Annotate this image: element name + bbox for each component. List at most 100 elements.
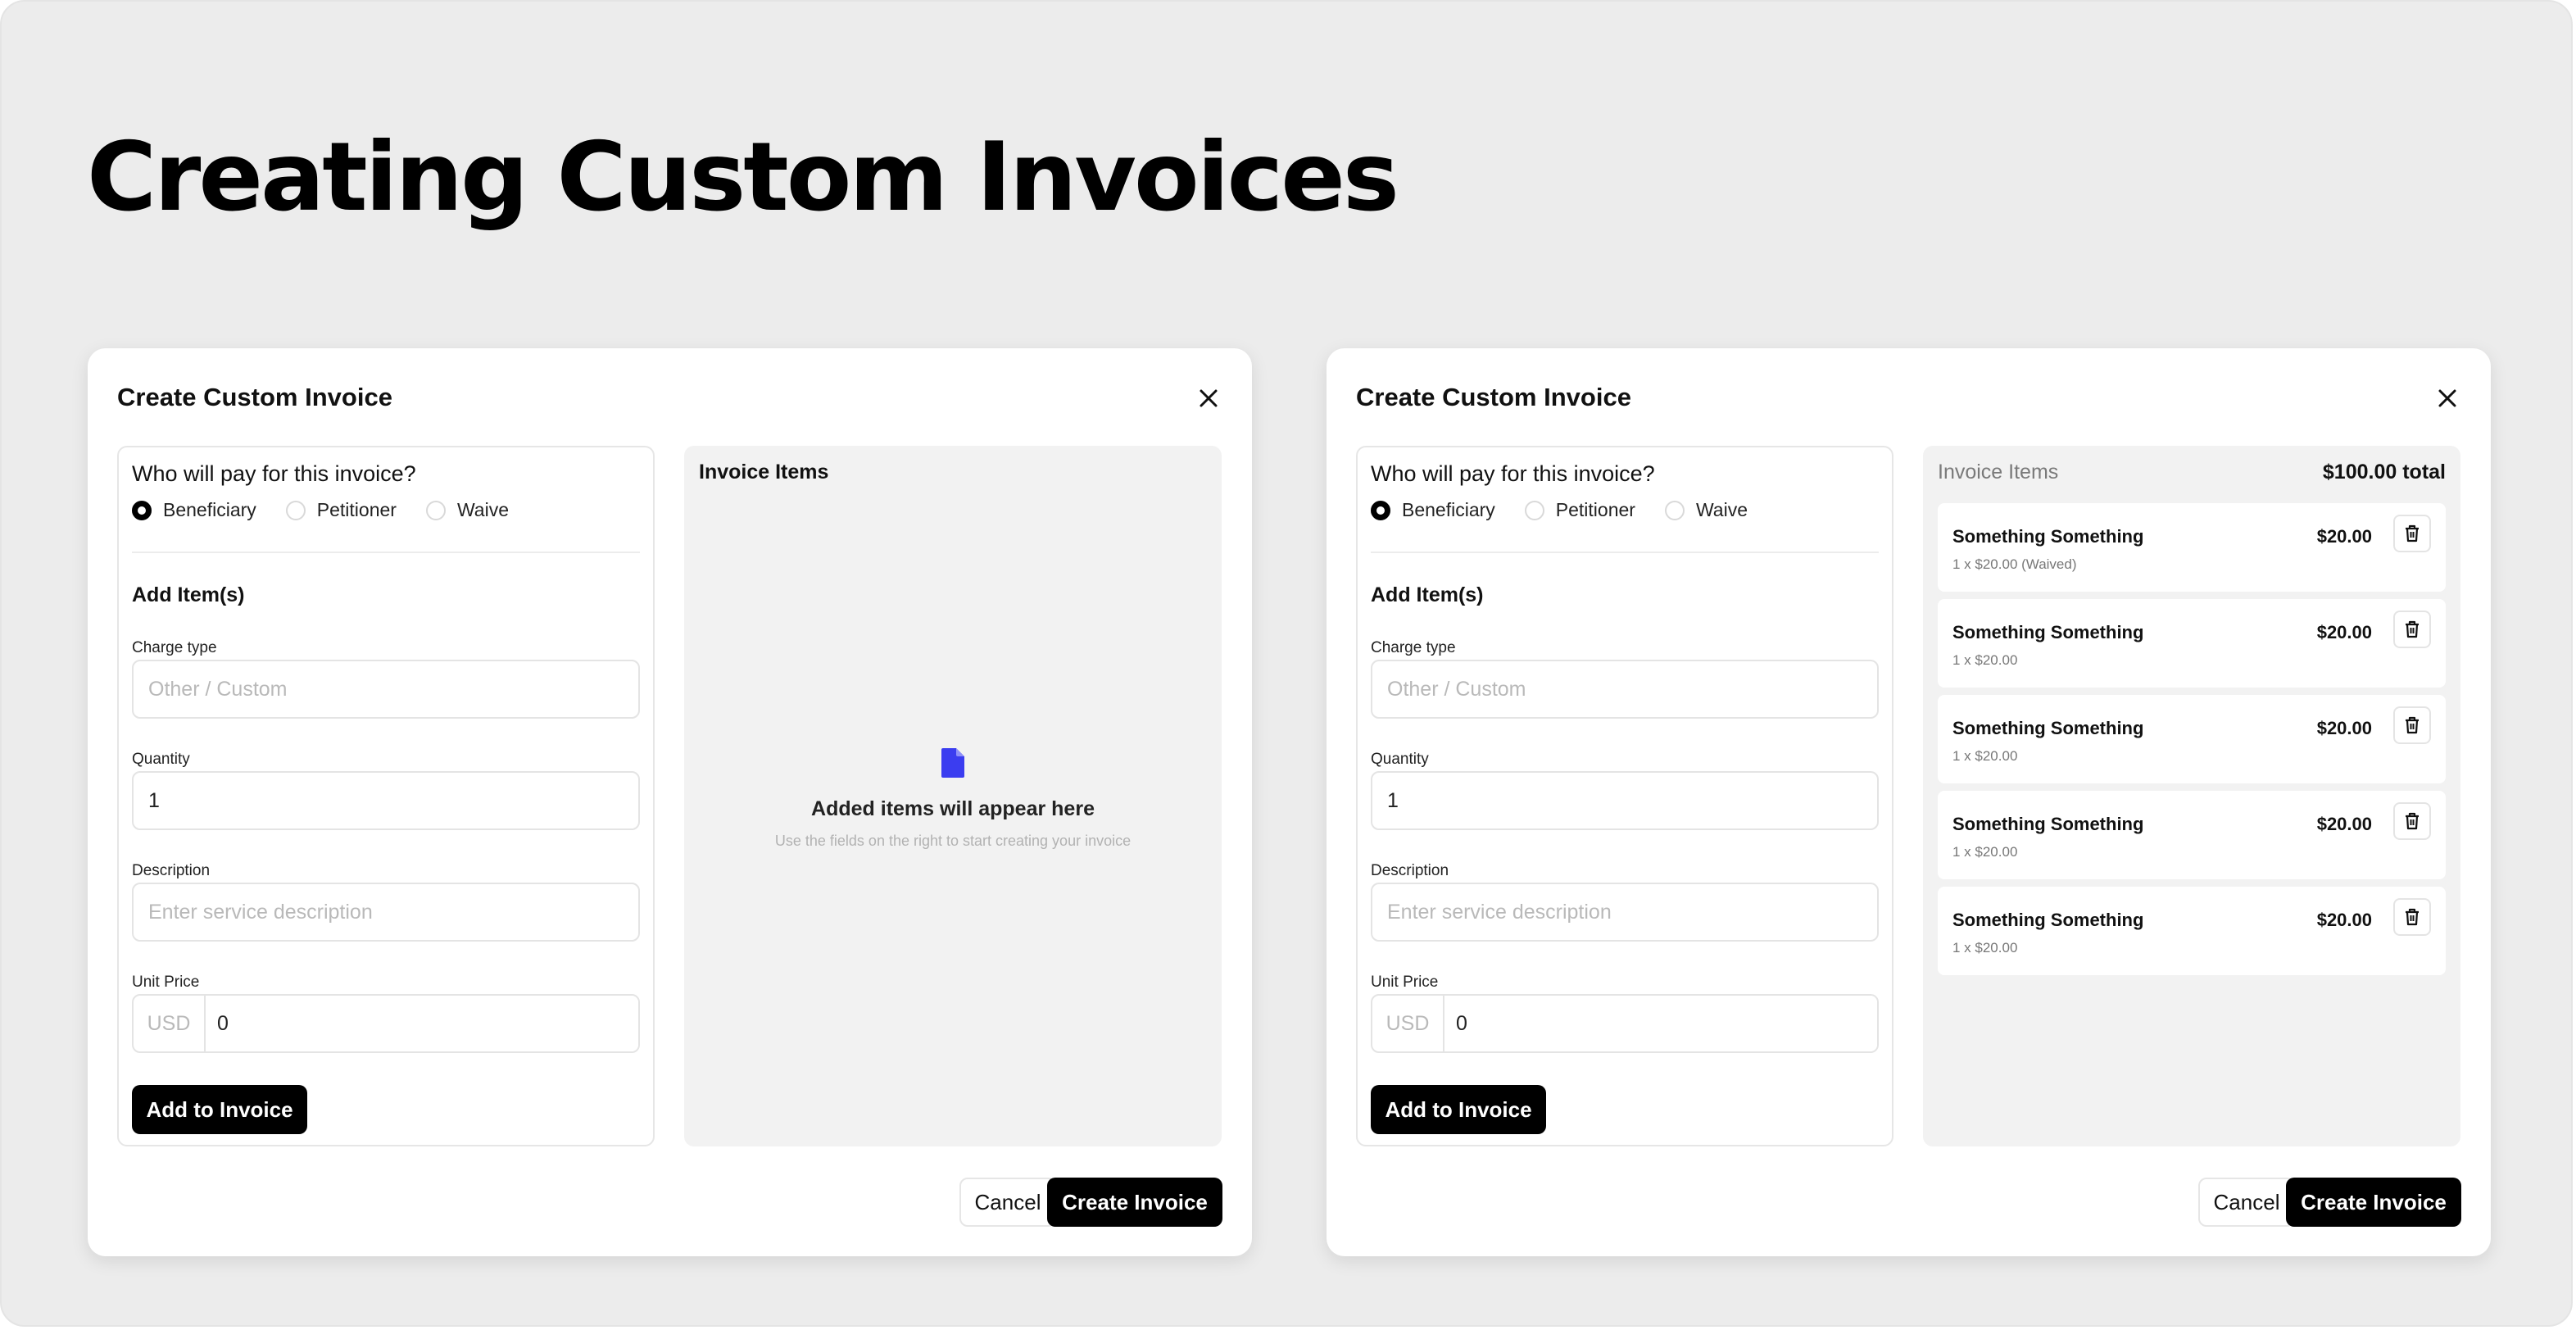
invoice-item: Something Something 1 x $20.00 $20.00 bbox=[1938, 887, 2446, 975]
unit-price-field: USD bbox=[132, 994, 640, 1053]
description-label: Description bbox=[132, 862, 211, 879]
currency-prefix: USD bbox=[1372, 996, 1444, 1051]
radio-label: Petitioner bbox=[1555, 499, 1635, 520]
charge-type-input[interactable] bbox=[1371, 660, 1879, 719]
radio-label: Beneficiary bbox=[163, 499, 256, 520]
divider bbox=[132, 552, 640, 553]
invoice-item: Something Something 1 x $20.00 $20.00 bbox=[1938, 599, 2446, 688]
delete-item-button[interactable] bbox=[2393, 611, 2431, 648]
radio-unselected-icon bbox=[1524, 500, 1544, 520]
charge-type-label: Charge type bbox=[1371, 639, 1456, 656]
add-items-heading: Add Item(s) bbox=[1371, 583, 1484, 606]
item-name: Something Something bbox=[1952, 622, 2144, 642]
charge-type-input[interactable] bbox=[132, 660, 640, 719]
empty-state: Added items will appear here Use the fie… bbox=[684, 747, 1222, 850]
charge-type-label: Charge type bbox=[132, 639, 217, 656]
document-icon bbox=[941, 748, 964, 778]
cancel-button[interactable]: Cancel bbox=[2198, 1178, 2295, 1227]
radio-label: Petitioner bbox=[316, 499, 397, 520]
radio-unselected-icon bbox=[285, 500, 306, 520]
close-button[interactable] bbox=[2433, 384, 2461, 412]
divider bbox=[1371, 552, 1879, 553]
add-to-invoice-button[interactable]: Add to Invoice bbox=[1371, 1085, 1546, 1134]
invoice-items-panel: Invoice Items Added items will appear he… bbox=[684, 446, 1222, 1146]
radio-selected-icon bbox=[1371, 500, 1390, 520]
radio-unselected-icon bbox=[1664, 500, 1685, 520]
radio-label: Waive bbox=[1695, 499, 1748, 520]
item-name: Something Something bbox=[1952, 910, 2144, 930]
delete-item-button[interactable] bbox=[2393, 898, 2431, 936]
unit-price-input[interactable] bbox=[1444, 996, 1877, 1051]
create-invoice-modal-filled: Create Custom Invoice Who will pay for t… bbox=[1327, 348, 2491, 1256]
payer-option-petitioner[interactable]: Petitioner bbox=[285, 499, 397, 521]
delete-item-button[interactable] bbox=[2393, 515, 2431, 552]
create-invoice-modal-empty: Create Custom Invoice Who will pay for t… bbox=[88, 348, 1252, 1256]
currency-prefix: USD bbox=[134, 996, 206, 1051]
cancel-button[interactable]: Cancel bbox=[959, 1178, 1056, 1227]
item-amount: $20.00 bbox=[2316, 814, 2372, 834]
item-name: Something Something bbox=[1952, 526, 2144, 547]
create-invoice-button[interactable]: Create Invoice bbox=[1047, 1178, 1222, 1227]
close-button[interactable] bbox=[1195, 384, 1222, 412]
radio-selected-icon bbox=[132, 500, 152, 520]
item-amount: $20.00 bbox=[2316, 526, 2372, 547]
invoice-item: Something Something 1 x $20.00 $20.00 bbox=[1938, 695, 2446, 783]
item-detail: 1 x $20.00 bbox=[1952, 940, 2018, 956]
item-name: Something Something bbox=[1952, 814, 2144, 834]
payer-option-waive[interactable]: Waive bbox=[425, 499, 510, 521]
description-input[interactable] bbox=[132, 883, 640, 942]
page-title: Creating Custom Invoices bbox=[87, 122, 1399, 233]
invoice-items-heading: Invoice Items bbox=[1938, 461, 2059, 483]
page-background: Creating Custom Invoices Create Custom I… bbox=[0, 0, 2573, 1327]
invoice-total: $100.00 total bbox=[2322, 461, 2446, 483]
radio-unselected-icon bbox=[425, 500, 446, 520]
item-name: Something Something bbox=[1952, 718, 2144, 738]
payer-question: Who will pay for this invoice? bbox=[132, 461, 416, 486]
close-icon bbox=[1200, 389, 1218, 407]
trash-icon bbox=[2406, 812, 2419, 830]
delete-item-button[interactable] bbox=[2393, 802, 2431, 840]
invoice-item: Something Something 1 x $20.00 $20.00 bbox=[1938, 791, 2446, 879]
payer-option-beneficiary[interactable]: Beneficiary bbox=[132, 499, 256, 521]
radio-label: Beneficiary bbox=[1402, 499, 1495, 520]
payer-option-beneficiary[interactable]: Beneficiary bbox=[1371, 499, 1495, 521]
payer-radio-group: Beneficiary Petitioner Waive bbox=[132, 499, 538, 521]
invoice-form-panel: Who will pay for this invoice? Beneficia… bbox=[1356, 446, 1893, 1146]
add-items-heading: Add Item(s) bbox=[132, 583, 245, 606]
modal-title: Create Custom Invoice bbox=[117, 383, 392, 411]
invoice-items-heading: Invoice Items bbox=[699, 461, 829, 483]
payer-option-waive[interactable]: Waive bbox=[1664, 499, 1748, 521]
trash-icon bbox=[2406, 620, 2419, 638]
modal-title: Create Custom Invoice bbox=[1356, 383, 1631, 411]
invoice-items-panel: Invoice Items $100.00 total Something So… bbox=[1923, 446, 2460, 1146]
description-input[interactable] bbox=[1371, 883, 1879, 942]
empty-state-title: Added items will appear here bbox=[811, 797, 1095, 820]
item-detail: 1 x $20.00 bbox=[1952, 652, 2018, 668]
item-detail: 1 x $20.00 (Waived) bbox=[1952, 556, 2077, 572]
trash-icon bbox=[2406, 908, 2419, 926]
add-to-invoice-button[interactable]: Add to Invoice bbox=[132, 1085, 307, 1134]
quantity-input[interactable] bbox=[1371, 771, 1879, 830]
invoice-item: Something Something 1 x $20.00 (Waived) … bbox=[1938, 503, 2446, 592]
quantity-input[interactable] bbox=[132, 771, 640, 830]
unit-price-label: Unit Price bbox=[1371, 974, 1439, 991]
payer-radio-group: Beneficiary Petitioner Waive bbox=[1371, 499, 1777, 521]
trash-icon bbox=[2406, 524, 2419, 542]
description-label: Description bbox=[1371, 862, 1449, 879]
delete-item-button[interactable] bbox=[2393, 706, 2431, 744]
unit-price-input[interactable] bbox=[206, 996, 638, 1051]
payer-question: Who will pay for this invoice? bbox=[1371, 461, 1655, 486]
unit-price-field: USD bbox=[1371, 994, 1879, 1053]
invoice-item-list: Something Something 1 x $20.00 (Waived) … bbox=[1938, 503, 2446, 983]
quantity-label: Quantity bbox=[1371, 751, 1429, 768]
trash-icon bbox=[2406, 716, 2419, 734]
item-amount: $20.00 bbox=[2316, 718, 2372, 738]
quantity-label: Quantity bbox=[132, 751, 190, 768]
create-invoice-button[interactable]: Create Invoice bbox=[2286, 1178, 2461, 1227]
radio-label: Waive bbox=[456, 499, 510, 520]
invoice-form-panel: Who will pay for this invoice? Beneficia… bbox=[117, 446, 655, 1146]
unit-price-label: Unit Price bbox=[132, 974, 200, 991]
item-amount: $20.00 bbox=[2316, 910, 2372, 930]
payer-option-petitioner[interactable]: Petitioner bbox=[1524, 499, 1635, 521]
item-detail: 1 x $20.00 bbox=[1952, 844, 2018, 860]
